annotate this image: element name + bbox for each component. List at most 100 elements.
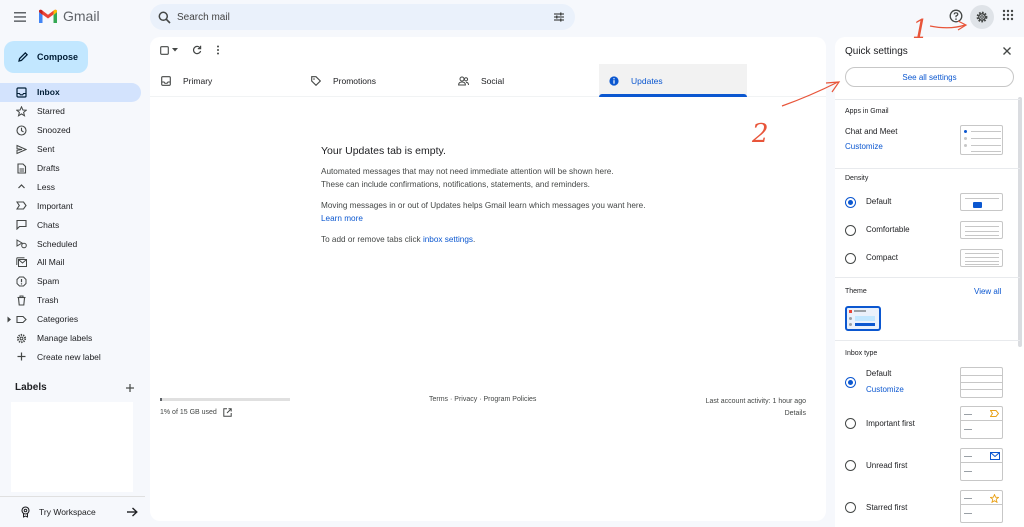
sidebar-item-drafts[interactable]: Drafts	[0, 159, 141, 178]
select-all-checkbox[interactable]	[160, 45, 178, 55]
density-section-title: Density	[845, 175, 869, 182]
sidebar-item-label: Starred	[37, 106, 65, 117]
search-input[interactable]	[177, 11, 537, 23]
help-icon[interactable]	[949, 9, 963, 23]
people-icon	[458, 76, 469, 85]
see-all-settings-button[interactable]: See all settings	[845, 67, 1014, 87]
tab-social[interactable]: Social	[450, 64, 600, 97]
sidebar-item-all-mail[interactable]: All Mail	[0, 253, 141, 272]
try-workspace-button[interactable]: Try Workspace	[0, 496, 145, 527]
details-link[interactable]: Details	[706, 408, 806, 420]
important-icon	[15, 200, 27, 212]
inbox-important-first-radio[interactable]	[845, 418, 856, 429]
mail-icon	[990, 452, 1000, 460]
gmail-m-icon	[39, 9, 57, 23]
workspace-label: Try Workspace	[39, 507, 96, 517]
sidebar-item-snoozed[interactable]: Snoozed	[0, 121, 141, 140]
sidebar-item-less[interactable]: Less	[0, 177, 141, 196]
plus-icon	[15, 351, 27, 363]
gear-icon	[15, 332, 27, 344]
main-menu-icon[interactable]	[12, 9, 28, 25]
pencil-icon	[18, 51, 29, 62]
inbox-unread-first-radio[interactable]	[845, 460, 856, 471]
sidebar-item-label: Categories	[37, 314, 79, 325]
view-all-themes-link[interactable]: View all	[974, 287, 1001, 296]
tab-label: Promotions	[333, 75, 376, 86]
inbox-starred-first-radio[interactable]	[845, 502, 856, 513]
gmail-logo[interactable]: Gmail	[38, 8, 100, 24]
storage-fill	[160, 398, 162, 401]
labels-title: Labels	[15, 382, 47, 393]
all-mail-icon	[15, 256, 27, 268]
sidebar-item-label: Less	[37, 181, 55, 192]
settings-button[interactable]	[970, 5, 994, 29]
sidebar-item-label: Drafts	[37, 163, 60, 173]
divider	[835, 340, 1020, 341]
sidebar-item-inbox[interactable]: Inbox	[0, 83, 141, 102]
add-label-icon[interactable]	[125, 383, 135, 393]
sidebar-item-sent[interactable]: Sent	[0, 140, 141, 159]
chat-meet-label: Chat and Meet	[845, 127, 898, 136]
policy-links: Terms · Privacy · Program Policies	[429, 396, 536, 403]
search-bar[interactable]	[150, 4, 575, 30]
sidebar-item-label: Create new label	[37, 351, 101, 362]
tab-primary[interactable]: Primary	[150, 64, 300, 97]
sidebar-item-label: All Mail	[37, 257, 65, 268]
empty-state: Your Updates tab is empty. Automated mes…	[321, 145, 651, 256]
empty-state-description: Automated messages that may not need imm…	[321, 166, 651, 191]
sidebar-item-spam[interactable]: Spam	[0, 272, 141, 291]
info-icon	[609, 75, 619, 86]
inbox-icon	[15, 86, 27, 98]
empty-text-line: These can include confirmations, notific…	[321, 179, 590, 189]
more-vert-icon[interactable]	[216, 45, 220, 55]
density-comfortable-radio[interactable]	[845, 225, 856, 236]
terms-link[interactable]: Terms	[429, 396, 448, 403]
open-in-new-icon[interactable]	[223, 408, 232, 417]
inbox-default-radio[interactable]	[845, 377, 856, 388]
star-icon	[15, 105, 27, 117]
learn-more-link[interactable]: Learn more	[321, 214, 363, 223]
sidebar-item-chats[interactable]: Chats	[0, 215, 141, 234]
sidebar-nav: Inbox Starred Snoozed Sent Drafts Less I…	[0, 83, 141, 366]
privacy-link[interactable]: Privacy	[454, 396, 477, 403]
sidebar-item-trash[interactable]: Trash	[0, 291, 141, 310]
inbox-customize-link[interactable]: Customize	[866, 385, 904, 394]
search-icon[interactable]	[158, 11, 171, 24]
inbox-settings-link[interactable]: inbox settings	[423, 235, 473, 244]
main-panel: Primary Promotions Social Updates Your U…	[150, 37, 826, 521]
close-icon[interactable]	[1002, 46, 1012, 56]
program-policies-link[interactable]: Program Policies	[483, 396, 536, 403]
chat-meet-preview	[960, 125, 1003, 155]
sidebar-item-starred[interactable]: Starred	[0, 102, 141, 121]
storage-text: 1% of 15 GB used	[160, 409, 217, 416]
inbox-type-section-title: Inbox type	[845, 350, 878, 357]
density-comfortable-preview	[960, 221, 1003, 239]
empty-text-line: Moving messages in or out of Updates hel…	[321, 201, 646, 210]
density-compact-radio[interactable]	[845, 253, 856, 264]
tag-icon	[311, 75, 321, 86]
apps-customize-link[interactable]: Customize	[845, 142, 883, 151]
sidebar-item-create-label[interactable]: Create new label	[0, 347, 141, 366]
apps-grid-icon[interactable]	[1002, 9, 1014, 21]
tab-promotions[interactable]: Promotions	[300, 64, 450, 97]
sidebar-item-categories[interactable]: Categories	[0, 310, 141, 329]
period: .	[473, 235, 476, 244]
sidebar-item-scheduled[interactable]: Scheduled	[0, 234, 141, 253]
tab-updates[interactable]: Updates	[599, 64, 747, 97]
clock-icon	[15, 124, 27, 136]
inbox-unread-preview	[960, 448, 1003, 481]
important-icon	[990, 410, 999, 417]
density-default-radio[interactable]	[845, 197, 856, 208]
search-options-icon[interactable]	[553, 11, 565, 23]
theme-preview[interactable]	[845, 306, 881, 331]
quick-settings-scrollbar[interactable]	[1018, 97, 1022, 347]
sidebar-item-important[interactable]: Important	[0, 196, 141, 215]
arrow-right-icon[interactable]	[126, 507, 138, 517]
refresh-icon[interactable]	[192, 45, 202, 55]
draft-icon	[15, 162, 27, 174]
sidebar-item-manage-labels[interactable]: Manage labels	[0, 329, 141, 348]
apps-section-title: Apps in Gmail	[845, 108, 889, 115]
caret-right-icon[interactable]	[7, 316, 12, 323]
compose-button[interactable]: Compose	[4, 41, 88, 73]
compose-label: Compose	[37, 52, 79, 62]
